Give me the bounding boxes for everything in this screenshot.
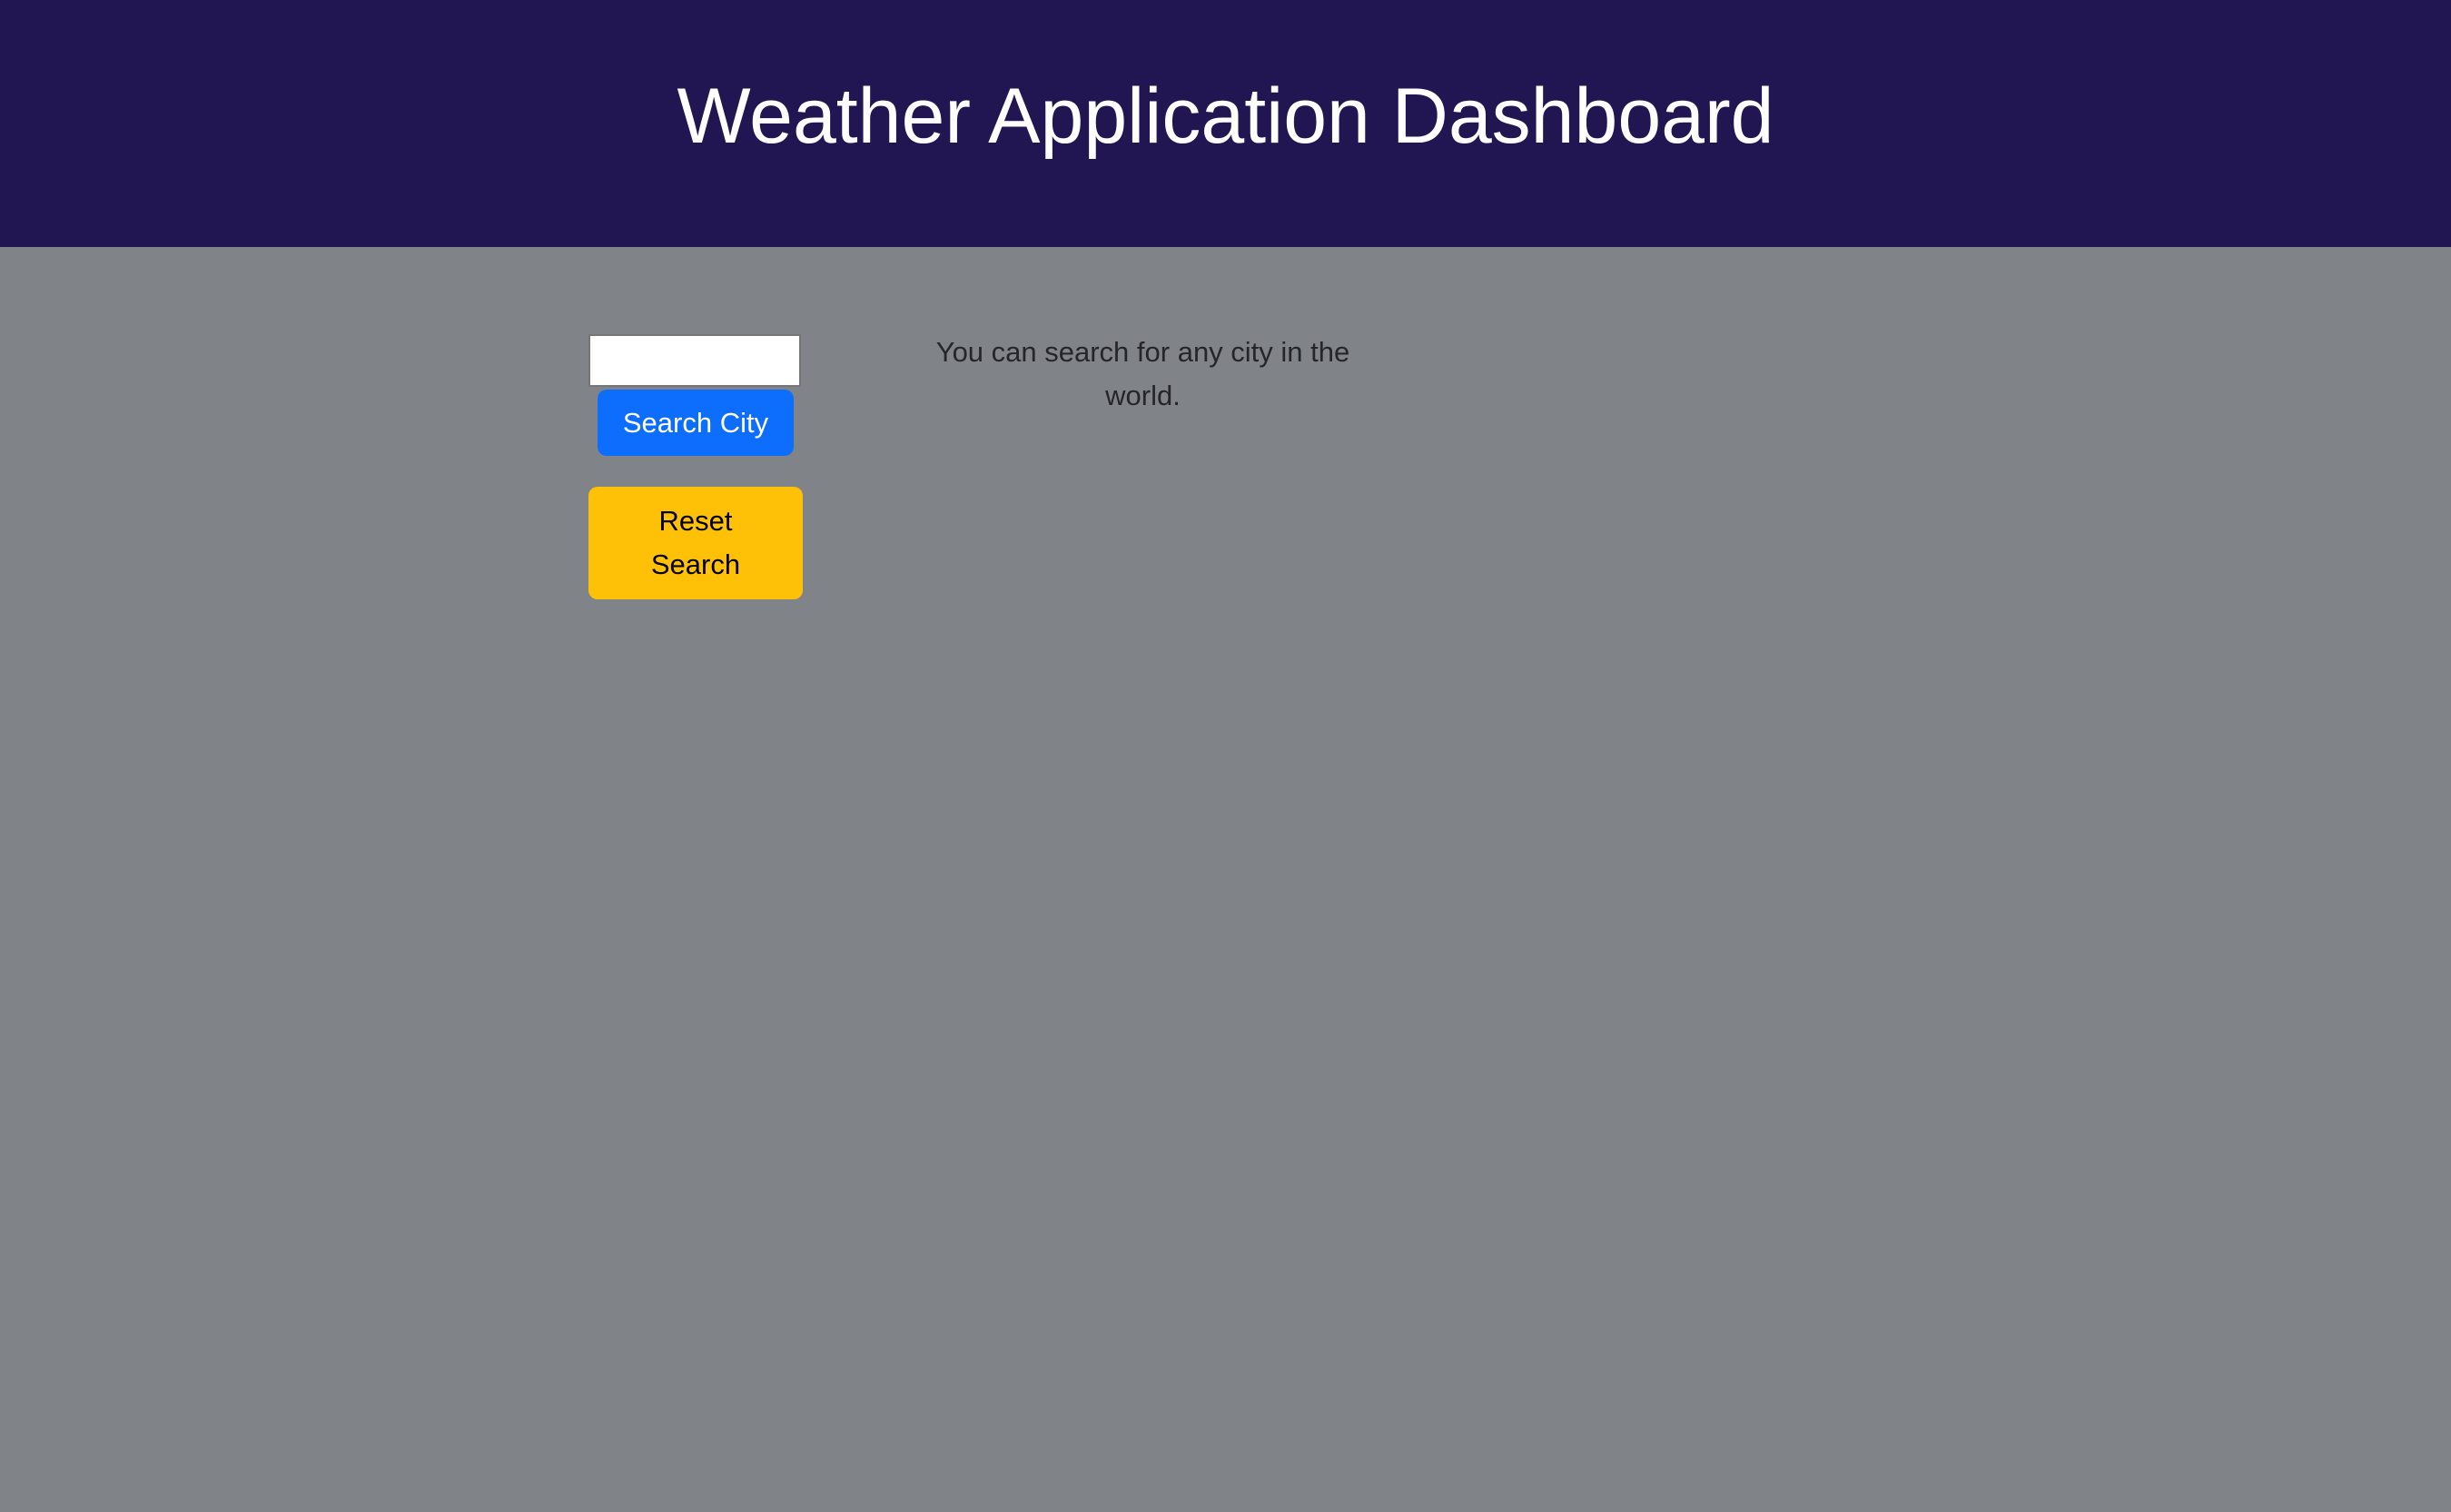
page-header: Weather Application Dashboard xyxy=(0,0,2451,247)
main-content: Search City Reset Search You can search … xyxy=(0,247,2451,1512)
city-search-input[interactable] xyxy=(588,334,801,387)
reset-search-button[interactable]: Reset Search xyxy=(588,487,803,599)
search-city-button[interactable]: Search City xyxy=(598,390,794,456)
search-hint-text: You can search for any city in the world… xyxy=(935,336,1350,411)
page-title: Weather Application Dashboard xyxy=(677,73,1774,160)
